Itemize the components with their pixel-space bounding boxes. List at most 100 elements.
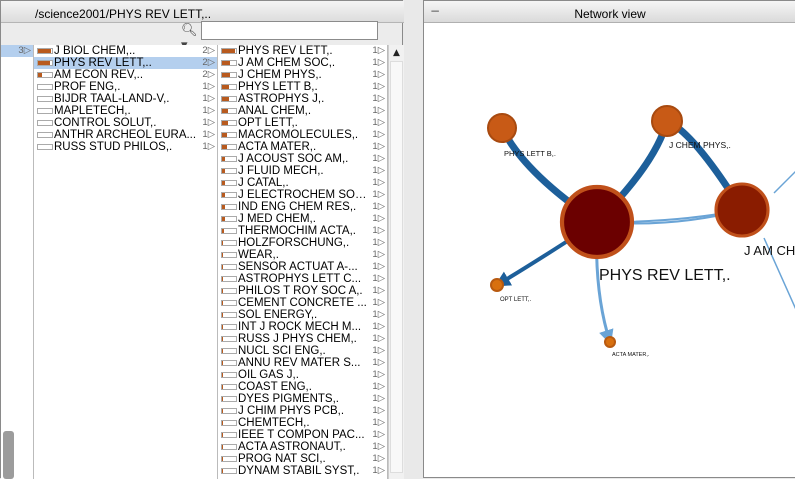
list-item[interactable]: THERMOCHIM ACTA,. 1▷: [218, 225, 387, 237]
weight-bar-icon: [37, 96, 53, 102]
scroll-thumb[interactable]: [3, 431, 14, 479]
list-item[interactable]: OPT LETT,. 1▷: [218, 117, 387, 129]
list-item-count: 2▷: [202, 69, 215, 80]
list-item-label: PHYS REV LETT,.: [238, 45, 333, 57]
browser-column-1: J BIOL CHEM,.. 2▷ PHYS REV LETT,.. 2▷ AM ECO…: [34, 45, 218, 479]
list-item[interactable]: DYES PIGMENTS,. 1▷: [218, 393, 387, 405]
list-item-count: 1▷: [202, 129, 215, 140]
list-item[interactable]: SENSOR ACTUAT A-... 1▷: [218, 261, 387, 273]
list-item[interactable]: RUSS J PHYS CHEM,. 1▷: [218, 333, 387, 345]
list-item[interactable]: ACTA ASTRONAUT,. 1▷: [218, 441, 387, 453]
list-item-count: 2▷: [202, 57, 215, 68]
list-item-count: 1▷: [372, 81, 385, 92]
weight-bar-icon: [221, 96, 237, 102]
list-item[interactable]: J CHIM PHYS PCB,. 1▷: [218, 405, 387, 417]
list-item[interactable]: BIJDR TAAL-LAND-V,. 1▷: [34, 93, 217, 105]
weight-bar-icon: [221, 216, 237, 222]
list-item[interactable]: PHYS LETT B,. 1▷: [218, 81, 387, 93]
weight-bar-icon: [221, 384, 237, 390]
list-item[interactable]: J ELECTROCHEM SOC,. 1▷: [218, 189, 387, 201]
list-item[interactable]: PROG NAT SCI,. 1▷: [218, 453, 387, 465]
list-item[interactable]: OIL GAS J,. 1▷: [218, 369, 387, 381]
list-item[interactable]: J ACOUST SOC AM,. 1▷: [218, 153, 387, 165]
list-item-count: 1▷: [372, 333, 385, 344]
list-item-count: 1▷: [372, 465, 385, 476]
list-item[interactable]: PHYS REV LETT,. 1▷: [218, 45, 387, 57]
network-edge: [773, 170, 795, 194]
list-item-label: ANNU REV MATER S...: [238, 357, 361, 369]
weight-bar-icon: [221, 408, 237, 414]
list-item[interactable]: PHYS REV LETT,.. 2▷: [34, 57, 217, 69]
node-circle[interactable]: [490, 278, 504, 292]
network-node[interactable]: J CHEM PHYS,.: [651, 105, 731, 150]
network-node[interactable]: ACTA MATER,.: [604, 336, 650, 358]
network-node[interactable]: PHYS REV LETT,.: [559, 184, 731, 284]
node-circle[interactable]: [487, 113, 517, 143]
list-item-label: WEAR,.: [238, 249, 279, 261]
scroll-up-arrow-icon[interactable]: ▲: [390, 47, 403, 60]
list-item[interactable]: PHILOS T ROY SOC A,. 1▷: [218, 285, 387, 297]
list-item[interactable]: PROF ENG,. 1▷: [34, 81, 217, 93]
list-item[interactable]: 3▷: [1, 45, 33, 57]
search-icon[interactable]: 🔍︎▾: [181, 23, 201, 53]
node-circle[interactable]: [714, 182, 770, 238]
list-item[interactable]: HOLZFORSCHUNG,. 1▷: [218, 237, 387, 249]
list-item[interactable]: MAPLETECH,. 1▷: [34, 105, 217, 117]
list-item[interactable]: J FLUID MECH,. 1▷: [218, 165, 387, 177]
list-item[interactable]: J BIOL CHEM,.. 2▷: [34, 45, 217, 57]
list-item[interactable]: SOL ENERGY,. 1▷: [218, 309, 387, 321]
list-item[interactable]: J AM CHEM SOC,. 1▷: [218, 57, 387, 69]
weight-bar-icon: [221, 336, 237, 342]
list-item[interactable]: RUSS STUD PHILOS,. 1▷: [34, 141, 217, 153]
node-circle[interactable]: [651, 105, 683, 137]
list-item[interactable]: ANNU REV MATER S... 1▷: [218, 357, 387, 369]
list-item[interactable]: J MED CHEM,. 1▷: [218, 213, 387, 225]
list-item-label: ASTROPHYS J,.: [238, 93, 325, 105]
list-item-count: 1▷: [372, 381, 385, 392]
list-item-label: MAPLETECH,.: [54, 105, 131, 117]
list-item[interactable]: J CATAL,. 1▷: [218, 177, 387, 189]
list-item[interactable]: AM ECON REV,.. 2▷: [34, 69, 217, 81]
network-node[interactable]: PHYS LETT B,.: [487, 113, 556, 158]
network-node[interactable]: OPT LETT,.: [490, 278, 532, 303]
weight-bar-icon: [221, 456, 237, 462]
node-circle[interactable]: [604, 336, 616, 348]
list-item[interactable]: J CHEM PHYS,. 1▷: [218, 69, 387, 81]
list-item-count: 1▷: [372, 177, 385, 188]
list-item-label: PROG NAT SCI,.: [238, 453, 326, 465]
node-label: PHYS REV LETT,.: [599, 267, 731, 284]
list-item[interactable]: CONTROL SOLUT,. 1▷: [34, 117, 217, 129]
search-input[interactable]: [201, 21, 378, 40]
list-item[interactable]: CEMENT CONCRETE ... 1▷: [218, 297, 387, 309]
list-item-count: 1▷: [372, 273, 385, 284]
list-item[interactable]: DYNAM STABIL SYST,. 1▷: [218, 465, 387, 477]
list-item[interactable]: ACTA MATER,. 1▷: [218, 141, 387, 153]
list-item[interactable]: COAST ENG,. 1▷: [218, 381, 387, 393]
scroll-track[interactable]: [390, 61, 403, 473]
list-item-count: 1▷: [372, 417, 385, 428]
vertical-scrollbar[interactable]: ▲: [388, 45, 404, 479]
list-item[interactable]: ASTROPHYS LETT C... 1▷: [218, 273, 387, 285]
list-item[interactable]: IEEE T COMPON PAC... 1▷: [218, 429, 387, 441]
weight-bar-icon: [221, 264, 237, 270]
weight-bar-icon: [221, 324, 237, 330]
list-item[interactable]: ANAL CHEM,. 1▷: [218, 105, 387, 117]
list-item[interactable]: MACROMOLECULES,. 1▷: [218, 129, 387, 141]
list-item-count: 1▷: [372, 129, 385, 140]
list-item[interactable]: WEAR,. 1▷: [218, 249, 387, 261]
node-circle[interactable]: [559, 184, 635, 260]
list-item[interactable]: CHEMTECH,. 1▷: [218, 417, 387, 429]
list-item[interactable]: IND ENG CHEM RES,. 1▷: [218, 201, 387, 213]
list-item-count: 1▷: [372, 45, 385, 56]
weight-bar-icon: [221, 288, 237, 294]
list-item-label: OIL GAS J,.: [238, 369, 299, 381]
list-item-label: RUSS STUD PHILOS,.: [54, 141, 173, 153]
weight-bar-icon: [221, 252, 237, 258]
weight-bar-icon: [221, 144, 237, 150]
network-node[interactable]: J AM CH: [714, 182, 795, 258]
list-item[interactable]: ASTROPHYS J,. 1▷: [218, 93, 387, 105]
list-item[interactable]: INT J ROCK MECH M... 1▷: [218, 321, 387, 333]
list-item[interactable]: ANTHR ARCHEOL EURA... 1▷: [34, 129, 217, 141]
list-item[interactable]: NUCL SCI ENG,. 1▷: [218, 345, 387, 357]
network-graph[interactable]: PHYS REV LETT,. J AM CH PHYS LETT B,. J CHE…: [424, 23, 795, 479]
